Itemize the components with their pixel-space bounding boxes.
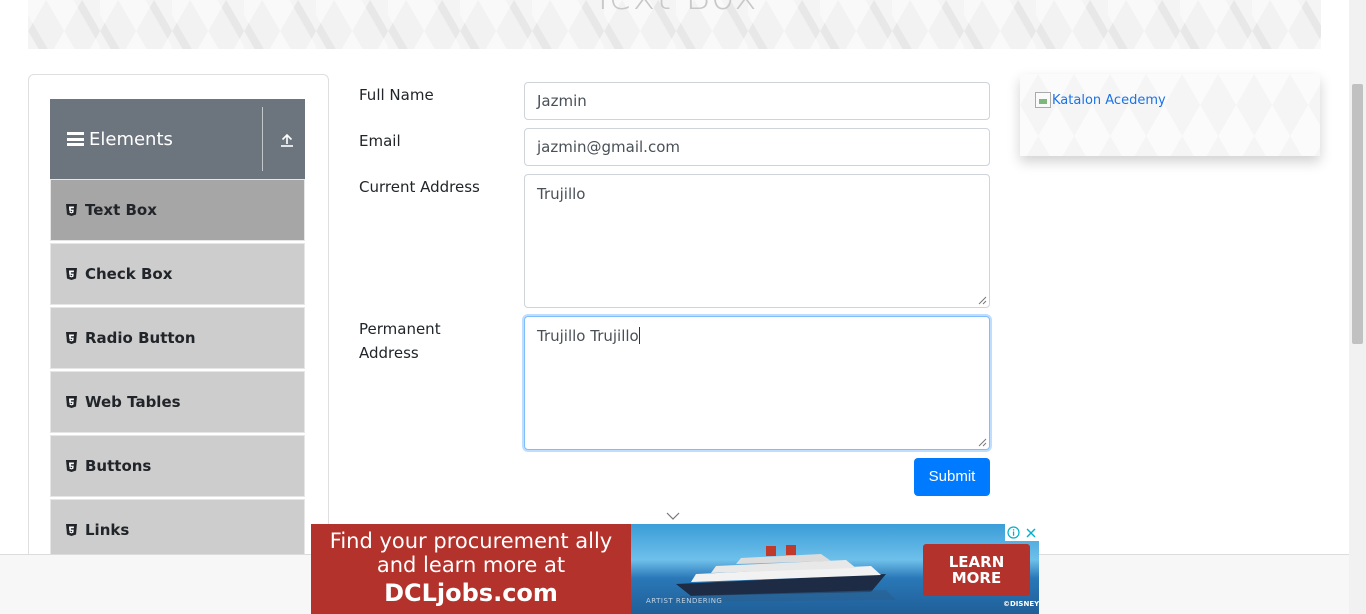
sidebar-item-radio-button[interactable]: Radio Button	[50, 307, 305, 369]
learn-more-label-line2: MORE	[951, 569, 1002, 587]
left-panel: Elements Text Box Check Box Radio Button	[28, 74, 329, 614]
ad-artist-note: ARTIST RENDERING	[646, 597, 723, 605]
hamburger-icon	[67, 132, 84, 146]
ad-headline-line2: and learn more at	[376, 553, 566, 577]
current-address-value: Trujillo	[537, 185, 586, 203]
permanent-address-label: Permanent Address	[359, 317, 441, 365]
permanent-address-label-line2: Address	[359, 344, 419, 362]
permanent-address-textarea[interactable]: Trujillo Trujillo	[524, 316, 990, 450]
sidebar-item-label: Radio Button	[85, 329, 196, 347]
header-banner: Text Box	[28, 0, 1321, 49]
page-title: Text Box	[28, 0, 1321, 18]
ad-choices	[1005, 524, 1039, 541]
collapse-group-button[interactable]	[272, 127, 302, 153]
arrow-up-icon	[281, 133, 293, 147]
email-label: Email	[359, 132, 401, 150]
group-title: Elements	[89, 128, 173, 150]
learn-more-label-line1: LEARN	[948, 553, 1005, 571]
resize-grip-icon[interactable]	[978, 438, 987, 447]
ad-headline-line1: Find your procurement ally	[329, 529, 613, 553]
broken-image[interactable]: Katalon Acedemy	[1035, 92, 1166, 108]
sidebar-item-label: Web Tables	[85, 393, 181, 411]
html5-icon	[66, 524, 77, 536]
email-input[interactable]: jazmin@gmail.com	[524, 128, 990, 166]
full-name-input[interactable]: Jazmin	[524, 82, 990, 120]
html5-icon	[66, 460, 77, 472]
current-address-textarea[interactable]: Trujillo	[524, 174, 990, 308]
text-caret	[638, 327, 640, 344]
sidebar-item-check-box[interactable]: Check Box	[50, 243, 305, 305]
ad-image-panel: ARTIST RENDERING LEARN MORE ©DISNEY	[631, 524, 1039, 614]
html5-icon	[66, 268, 77, 280]
sidebar-item-label: Links	[85, 521, 130, 539]
permanent-address-label-line1: Permanent	[359, 320, 441, 338]
elements-menu: Text Box Check Box Radio Button Web Tabl…	[50, 179, 305, 563]
broken-image-icon	[1035, 92, 1051, 108]
elements-group-header[interactable]: Elements	[50, 99, 305, 179]
sidebar-item-buttons[interactable]: Buttons	[50, 435, 305, 497]
vertical-scrollbar[interactable]	[1349, 0, 1366, 614]
full-name-label: Full Name	[359, 86, 434, 104]
katalon-ad-alt-text[interactable]: Katalon Acedemy	[1052, 93, 1166, 108]
page: Text Box Elements Text Box Check Box	[0, 0, 1366, 614]
current-address-label: Current Address	[359, 178, 480, 196]
sidebar-item-label: Text Box	[85, 201, 157, 219]
ad-info-icon[interactable]	[1005, 524, 1022, 541]
ad-brand-mark: ©DISNEY	[1003, 600, 1039, 608]
resize-grip-icon[interactable]	[978, 296, 987, 305]
chevron-down-icon[interactable]	[666, 512, 680, 520]
html5-icon	[66, 332, 77, 344]
sidebar-item-links[interactable]: Links	[50, 499, 305, 561]
ad-text-panel: Find your procurement ally and learn mor…	[311, 524, 631, 614]
katalon-ad-banner[interactable]: Katalon Acedemy	[1020, 74, 1320, 156]
header-divider	[262, 107, 263, 171]
submit-button[interactable]: Submit	[914, 458, 990, 496]
sidebar-item-label: Check Box	[85, 265, 173, 283]
ad-close-icon[interactable]	[1022, 524, 1039, 541]
sidebar-item-text-box[interactable]: Text Box	[50, 179, 305, 241]
learn-more-button[interactable]: LEARN MORE	[923, 544, 1030, 596]
sidebar-item-web-tables[interactable]: Web Tables	[50, 371, 305, 433]
sidebar-item-label: Buttons	[85, 457, 152, 475]
permanent-address-value: Trujillo Trujillo	[537, 327, 639, 345]
ad-domain: DCLjobs.com	[384, 579, 558, 607]
cruise-ship-image	[671, 545, 896, 602]
html5-icon	[66, 204, 77, 216]
scrollbar-thumb[interactable]	[1352, 84, 1363, 344]
bottom-ad-banner[interactable]: Find your procurement ally and learn mor…	[311, 524, 1039, 614]
html5-icon	[66, 396, 77, 408]
